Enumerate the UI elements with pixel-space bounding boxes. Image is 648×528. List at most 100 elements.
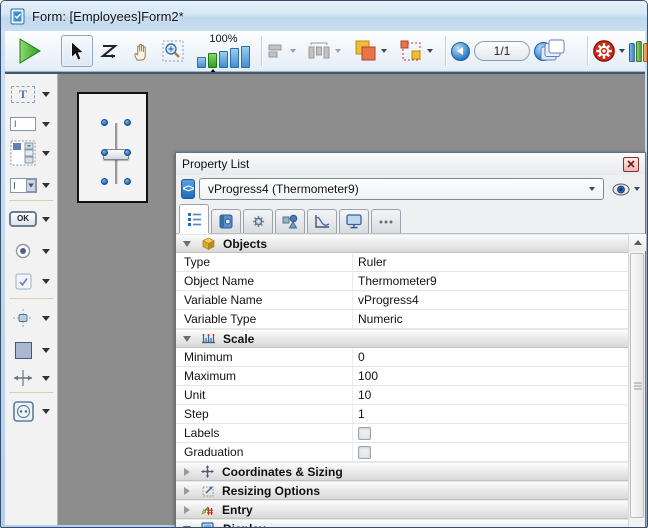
property-value[interactable]: Numeric xyxy=(353,310,645,328)
radio-tool[interactable] xyxy=(8,238,56,264)
group-dropdown-arrow[interactable] xyxy=(427,49,433,53)
radio-tool-dropdown[interactable] xyxy=(42,249,50,254)
tab-objects[interactable] xyxy=(275,209,305,233)
view-options-button[interactable] xyxy=(612,183,640,196)
property-list-titlebar[interactable]: Property List xyxy=(176,153,645,175)
property-row-type[interactable]: Type Ruler xyxy=(176,253,645,272)
input-tool[interactable]: I xyxy=(8,111,56,137)
layer-order-dropdown-arrow[interactable] xyxy=(381,49,387,53)
form-page-preview[interactable] xyxy=(77,92,148,203)
selection-handle[interactable] xyxy=(101,178,108,185)
property-value[interactable]: vProgress4 xyxy=(353,291,645,309)
graduation-checkbox[interactable] xyxy=(358,446,371,459)
property-row-object-name[interactable]: Object Name Thermometer9 xyxy=(176,272,645,291)
hand-tool-button[interactable] xyxy=(125,35,157,67)
slider-tool[interactable] xyxy=(8,305,56,331)
align-dropdown-arrow[interactable] xyxy=(290,49,296,53)
layer-order-button[interactable] xyxy=(353,39,377,63)
tab-data[interactable] xyxy=(211,209,241,233)
tab-events[interactable] xyxy=(307,209,337,233)
group-objects-button[interactable] xyxy=(399,39,423,63)
tab-property-list[interactable] xyxy=(179,204,209,233)
combobox-tool-dropdown[interactable] xyxy=(42,183,50,188)
scroll-up-button[interactable] xyxy=(629,234,646,251)
property-row-step[interactable]: Step 1 xyxy=(176,405,645,424)
expand-triangle-icon[interactable] xyxy=(184,506,190,514)
splitter-tool[interactable] xyxy=(8,365,56,391)
section-header-objects[interactable]: Objects xyxy=(176,234,645,253)
labels-checkbox[interactable] xyxy=(358,427,371,440)
collapse-triangle-icon[interactable] xyxy=(183,336,191,342)
align-objects-button[interactable] xyxy=(267,42,286,60)
section-header-resizing[interactable]: Resizing Options xyxy=(176,481,645,500)
property-value[interactable]: 0 xyxy=(353,348,645,366)
zoom-bar-50[interactable] xyxy=(197,57,206,68)
listbox-tool[interactable] xyxy=(8,138,56,168)
expand-triangle-icon[interactable] xyxy=(184,487,190,495)
button-tool-dropdown[interactable] xyxy=(42,217,50,222)
collapse-triangle-icon[interactable] xyxy=(183,241,191,247)
selection-handle[interactable] xyxy=(124,178,131,185)
zoom-bar-200[interactable] xyxy=(219,51,228,68)
splitter-tool-dropdown[interactable] xyxy=(42,376,50,381)
text-tool[interactable]: T xyxy=(8,81,56,107)
property-row-unit[interactable]: Unit 10 xyxy=(176,386,645,405)
scrollbar-thumb[interactable] xyxy=(630,253,644,518)
section-header-coordinates[interactable]: Coordinates & Sizing xyxy=(176,462,645,481)
selection-handle[interactable] xyxy=(101,119,108,126)
expand-triangle-icon[interactable] xyxy=(184,468,190,476)
select-tool-button[interactable] xyxy=(61,35,93,67)
edit-code-button[interactable]: <> xyxy=(181,179,195,199)
property-value[interactable]: 1 xyxy=(353,405,645,423)
combobox-tool[interactable]: I xyxy=(8,172,56,198)
close-button[interactable] xyxy=(623,157,639,172)
title-bar[interactable]: Form: [Employees]Form2* xyxy=(1,1,647,31)
zoom-level-control[interactable]: 100% xyxy=(197,34,250,68)
button-tool[interactable]: OK xyxy=(8,206,56,232)
tab-settings[interactable] xyxy=(243,209,273,233)
property-value[interactable]: Ruler xyxy=(353,253,645,271)
tab-more[interactable] xyxy=(371,209,401,233)
zoom-bar-400[interactable] xyxy=(230,48,239,68)
distribute-objects-button[interactable] xyxy=(307,41,331,61)
selection-handle[interactable] xyxy=(124,119,131,126)
selection-handle[interactable] xyxy=(101,149,108,156)
selection-handle[interactable] xyxy=(124,149,131,156)
rectangle-tool-dropdown[interactable] xyxy=(42,348,50,353)
text-tool-dropdown[interactable] xyxy=(42,92,50,97)
property-row-variable-type[interactable]: Variable Type Numeric xyxy=(176,310,645,329)
property-value[interactable]: Thermometer9 xyxy=(353,272,645,290)
settings-dropdown-arrow[interactable] xyxy=(619,49,625,53)
property-list-scrollbar[interactable] xyxy=(628,234,645,528)
listbox-tool-dropdown[interactable] xyxy=(42,151,50,156)
input-tool-dropdown[interactable] xyxy=(42,122,50,127)
object-selector-combo[interactable]: vProgress4 (Thermometer9) xyxy=(199,178,604,200)
section-header-scale[interactable]: Scale xyxy=(176,329,645,348)
tab-display[interactable] xyxy=(339,209,369,233)
page-indicator-field[interactable]: 1/1 xyxy=(474,41,530,61)
property-row-minimum[interactable]: Minimum 0 xyxy=(176,348,645,367)
settings-button[interactable] xyxy=(593,40,615,62)
section-header-entry[interactable]: Entry xyxy=(176,500,645,519)
checkbox-tool[interactable] xyxy=(8,268,56,294)
property-value[interactable]: 100 xyxy=(353,367,645,385)
property-row-graduation[interactable]: Graduation xyxy=(176,443,645,462)
zoom-bar-100-active[interactable] xyxy=(208,53,217,68)
form-pages-button[interactable] xyxy=(539,38,567,64)
section-header-display[interactable]: Display xyxy=(176,519,645,528)
zoom-bar-800[interactable] xyxy=(241,46,250,68)
distribute-dropdown-arrow[interactable] xyxy=(335,49,341,53)
plugin-tool[interactable] xyxy=(8,398,56,424)
library-button[interactable] xyxy=(629,41,648,62)
checkbox-tool-dropdown[interactable] xyxy=(42,279,50,284)
zoom-bars[interactable] xyxy=(197,46,250,68)
zoom-tool-button[interactable] xyxy=(157,35,189,67)
rectangle-tool[interactable] xyxy=(8,337,56,363)
property-row-variable-name[interactable]: Variable Name vProgress4 xyxy=(176,291,645,310)
property-row-labels[interactable]: Labels xyxy=(176,424,645,443)
previous-page-button[interactable] xyxy=(451,42,470,61)
run-form-button[interactable] xyxy=(13,34,47,68)
plugin-tool-dropdown[interactable] xyxy=(42,409,50,414)
z-order-tool-button[interactable] xyxy=(93,35,125,67)
slider-tool-dropdown[interactable] xyxy=(42,316,50,321)
